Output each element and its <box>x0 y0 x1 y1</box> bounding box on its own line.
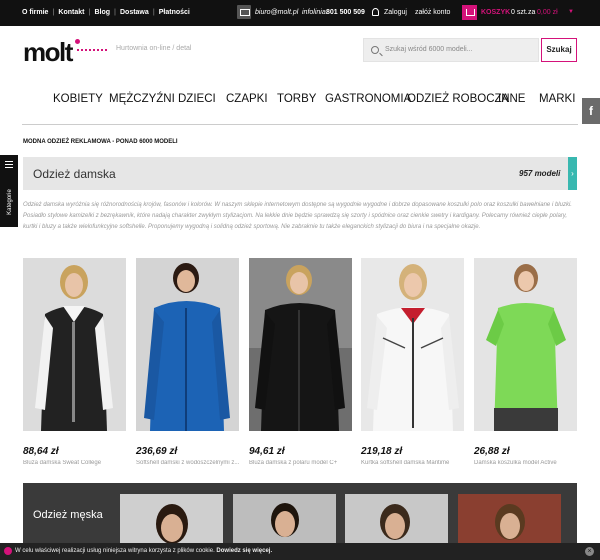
product-name[interactable]: Kurtka softshell damska Maritime <box>361 460 464 466</box>
product-price: 219,18 zł <box>361 446 403 457</box>
search-icon <box>371 46 379 54</box>
tagline: Hurtownia on-line / detal <box>116 45 192 52</box>
phone-label: infolinia: <box>302 9 328 16</box>
nav-item-gastronomia[interactable]: GASTRONOMIA <box>325 93 411 105</box>
product-card[interactable]: 94,61 zł Bluza damska z polaru model C+ <box>249 258 352 466</box>
search-button[interactable]: Szukaj <box>541 38 577 62</box>
cart-icon[interactable] <box>462 5 477 20</box>
user-icon <box>372 8 379 16</box>
link-about[interactable]: O firmie <box>22 9 48 16</box>
product-card[interactable]: 26,88 zł Damska koszulka model Active <box>474 258 577 466</box>
nav-item-torby[interactable]: TORBY <box>277 93 316 105</box>
cookie-text: W celu właściwej realizacji usług niniej… <box>15 548 273 554</box>
chevron-right-icon[interactable]: › <box>568 157 577 190</box>
product-price: 88,64 zł <box>23 446 59 457</box>
cart-quantity: 0 szt. <box>511 9 528 16</box>
men-section-title[interactable]: Odzież męska <box>33 509 103 521</box>
nav-divider <box>22 124 578 125</box>
email-link[interactable]: biuro@molt.pl <box>255 9 298 16</box>
link-delivery[interactable]: Dostawa <box>120 9 149 16</box>
nav-item-inne[interactable]: INNE <box>498 93 525 105</box>
nav-item-kobiety[interactable]: KOBIETY <box>53 93 103 105</box>
menu-icon <box>5 161 13 168</box>
product-name[interactable]: Softshell damski z wodoszczelnymi z... <box>136 460 239 466</box>
register-link[interactable]: załóż konto <box>415 9 450 16</box>
category-header: Odzież damska 957 modeli › <box>23 157 577 190</box>
top-links: O firmie | Kontakt | Blog | Dostawa | Płatno… <box>22 9 190 16</box>
facebook-icon[interactable]: f <box>582 98 600 124</box>
product-image[interactable] <box>361 258 464 431</box>
breadcrumb: MODNA ODZIEŻ REKLAMOWA - PONAD 6000 MODE… <box>23 139 178 145</box>
link-payments[interactable]: Płatności <box>159 9 190 16</box>
product-price: 236,69 zł <box>136 446 178 457</box>
nav-item-dzieci[interactable]: DZIECI <box>178 93 216 105</box>
cookie-bar: W celu właściwej realizacji usług niniej… <box>0 543 600 560</box>
info-icon <box>4 547 12 555</box>
login-link[interactable]: Zaloguj <box>384 9 407 16</box>
model-count: 957 modeli <box>519 169 561 178</box>
cookie-more-link[interactable]: Dowiedz się więcej. <box>216 548 272 554</box>
nav-item-mezczyzni[interactable]: MĘŻCZYŹNI <box>109 93 175 105</box>
search-input[interactable]: Szukaj wśród 6000 modeli... <box>363 38 539 62</box>
chevron-down-icon[interactable]: ▼ <box>568 9 574 15</box>
categories-tab[interactable]: Kategorie <box>0 155 18 227</box>
product-image[interactable] <box>249 258 352 431</box>
nav-item-odziez-robocza[interactable]: ODZIEŻ ROBOCZA <box>407 93 509 105</box>
product-price: 26,88 zł <box>474 446 510 457</box>
link-contact[interactable]: Kontakt <box>58 9 84 16</box>
close-icon[interactable]: × <box>585 547 594 556</box>
product-name[interactable]: Bluza damska z polaru model C+ <box>249 460 352 466</box>
product-name[interactable]: Bluza damska Sweat College <box>23 460 126 466</box>
page-title: Odzież damska <box>33 167 116 181</box>
tagline-decoration <box>77 49 107 51</box>
cart-label[interactable]: KOSZYK <box>481 9 510 16</box>
mail-icon[interactable] <box>237 5 251 19</box>
cart-sum: 0,00 zł <box>537 9 558 16</box>
link-blog[interactable]: Blog <box>94 9 110 16</box>
categories-label: Kategorie <box>7 189 13 215</box>
product-image[interactable] <box>23 258 126 431</box>
product-card[interactable]: 219,18 zł Kurtka softshell damska Mariti… <box>361 258 464 466</box>
category-description: Odzież damska wyróżnia się różnorodności… <box>23 202 572 230</box>
logo[interactable]: molt <box>23 37 80 68</box>
top-bar: O firmie | Kontakt | Blog | Dostawa | Płatno… <box>0 0 600 26</box>
product-card[interactable]: 88,64 zł Bluza damska Sweat College <box>23 258 126 466</box>
product-image[interactable] <box>474 258 577 431</box>
product-name[interactable]: Damska koszulka model Active <box>474 460 577 466</box>
main-nav: KOBIETY MĘŻCZYŹNI DZIECI CZAPKI TORBY GA… <box>22 88 578 113</box>
product-card[interactable]: 236,69 zł Softshell damski z wodoszczeln… <box>136 258 239 466</box>
cart-za: za <box>528 9 536 16</box>
phone-number[interactable]: 801 500 509 <box>326 9 365 16</box>
nav-item-czapki[interactable]: CZAPKI <box>226 93 268 105</box>
nav-item-marki[interactable]: MARKI <box>539 93 575 105</box>
search-placeholder: Szukaj wśród 6000 modeli... <box>385 46 473 53</box>
product-image[interactable] <box>136 258 239 431</box>
product-price: 94,61 zł <box>249 446 285 457</box>
